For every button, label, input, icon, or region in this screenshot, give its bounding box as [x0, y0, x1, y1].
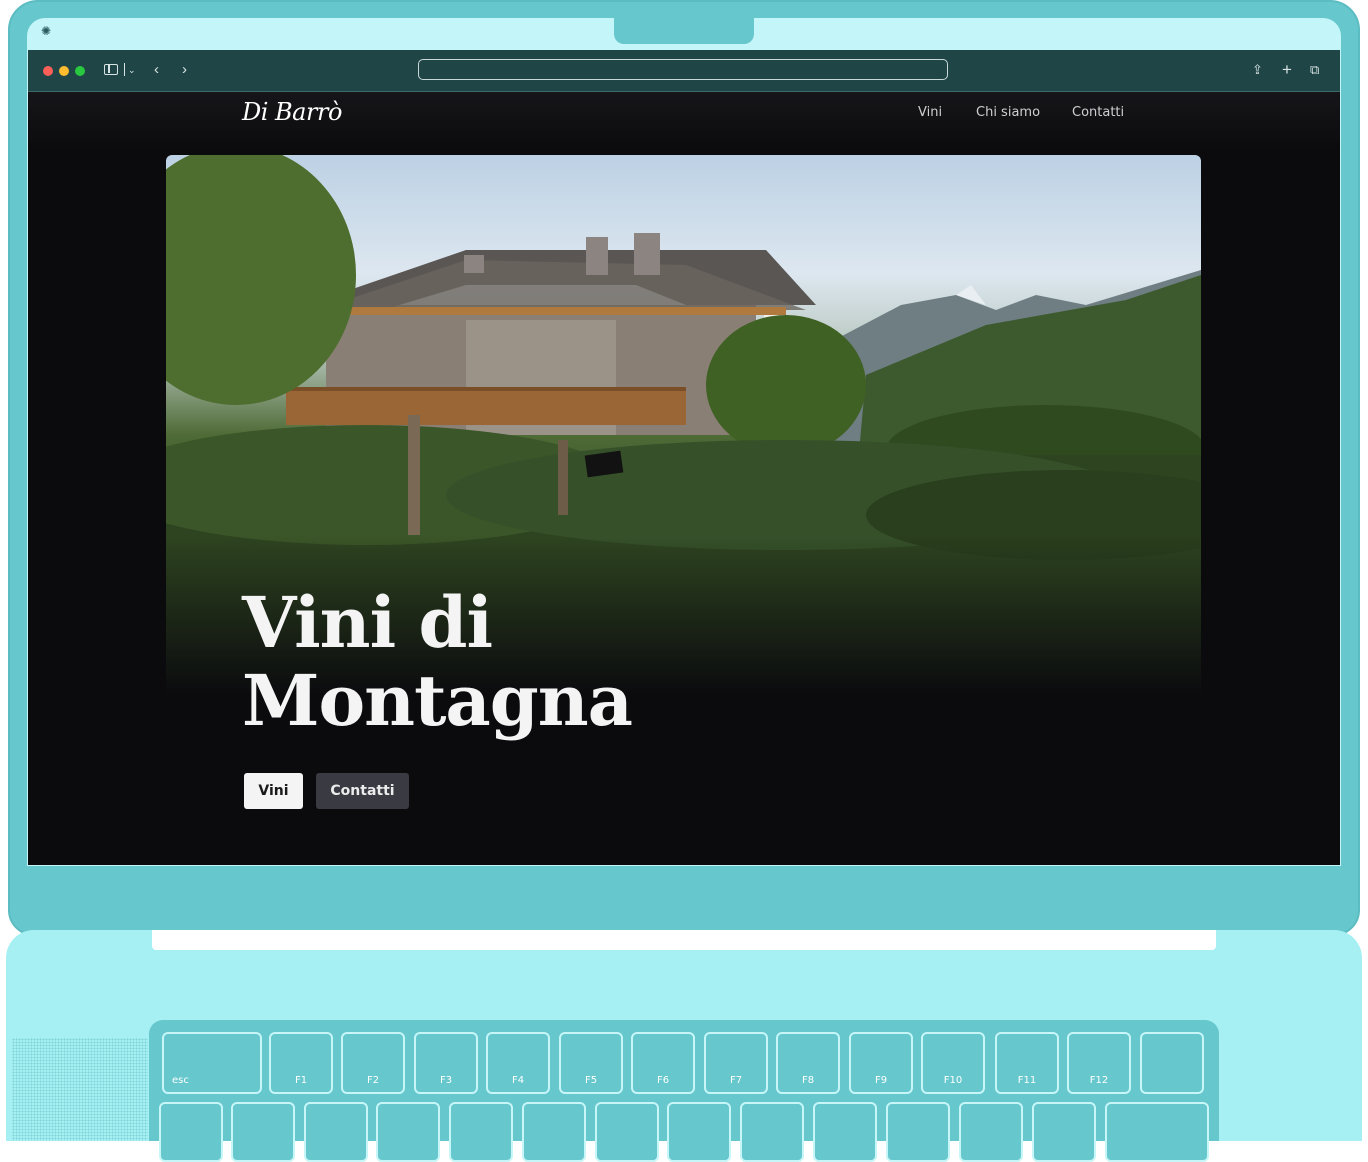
- brand-logo[interactable]: Di Barrò: [242, 98, 342, 126]
- contatti-button[interactable]: Contatti: [316, 773, 409, 809]
- key-row2[interactable]: [376, 1102, 440, 1162]
- speaker-grille: [12, 1038, 148, 1141]
- key-row2[interactable]: [304, 1102, 368, 1162]
- back-arrow-icon[interactable]: ‹: [154, 60, 159, 80]
- nav-link-contatti[interactable]: Contatti: [1072, 105, 1124, 120]
- key-row2[interactable]: [231, 1102, 295, 1162]
- forward-arrow-icon[interactable]: ›: [182, 60, 187, 80]
- key-f10[interactable]: F10: [921, 1032, 985, 1094]
- key-f6[interactable]: F6: [631, 1032, 695, 1094]
- key-label: F3: [439, 1075, 453, 1086]
- key-esc[interactable]: esc: [162, 1032, 262, 1094]
- key-row2[interactable]: [740, 1102, 804, 1162]
- address-bar[interactable]: [418, 59, 948, 80]
- keyboard: esc F1 F2 F3 F4 F5 F6 F7 F8 F9 F10 F11 F12: [149, 1020, 1219, 1162]
- browser-window: ⌄ ‹ › ⇪ + ⧉ Di Barrò Vini Chi siamo Cont…: [28, 50, 1340, 865]
- new-tab-icon[interactable]: +: [1282, 60, 1292, 80]
- key-label: F6: [656, 1075, 670, 1086]
- key-row2[interactable]: [1032, 1102, 1096, 1162]
- key-label: F9: [874, 1075, 888, 1086]
- hero-title: Vini di Montagna: [242, 581, 633, 742]
- key-label: F11: [1017, 1075, 1037, 1086]
- hinge: [152, 930, 1216, 950]
- website: Di Barrò Vini Chi siamo Contatti Vini di…: [28, 92, 1340, 865]
- minimize-window-button[interactable]: [59, 66, 69, 76]
- browser-toolbar: ⌄ ‹ › ⇪ + ⧉: [28, 50, 1340, 92]
- key-row2[interactable]: [813, 1102, 877, 1162]
- close-window-button[interactable]: [43, 66, 53, 76]
- key-label: F12: [1089, 1075, 1109, 1086]
- key-label: F10: [943, 1075, 963, 1086]
- key-label: esc: [172, 1075, 189, 1086]
- key-row2[interactable]: [449, 1102, 513, 1162]
- laptop-base: esc F1 F2 F3 F4 F5 F6 F7 F8 F9 F10 F11 F12: [6, 930, 1362, 1162]
- zoom-window-button[interactable]: [75, 66, 85, 76]
- key-label: F1: [294, 1075, 308, 1086]
- share-icon[interactable]: ⇪: [1252, 60, 1263, 80]
- key-row2[interactable]: [159, 1102, 223, 1162]
- key-row2[interactable]: [1105, 1102, 1209, 1162]
- key-f5[interactable]: F5: [559, 1032, 623, 1094]
- key-f12[interactable]: F12: [1067, 1032, 1131, 1094]
- hero-title-line2: Montagna: [242, 659, 633, 742]
- key-f9[interactable]: F9: [849, 1032, 913, 1094]
- key-f3[interactable]: F3: [414, 1032, 478, 1094]
- chevron-down-icon[interactable]: ⌄: [128, 60, 136, 80]
- site-header: Di Barrò Vini Chi siamo Contatti: [28, 92, 1340, 152]
- key-row2[interactable]: [595, 1102, 659, 1162]
- key-row2[interactable]: [886, 1102, 950, 1162]
- key-power[interactable]: [1140, 1032, 1204, 1094]
- app-logo-icon: ✺: [41, 24, 52, 38]
- key-f4[interactable]: F4: [486, 1032, 550, 1094]
- key-row2[interactable]: [959, 1102, 1023, 1162]
- key-label: F4: [511, 1075, 525, 1086]
- key-f11[interactable]: F11: [995, 1032, 1059, 1094]
- sidebar-toggle-icon[interactable]: [104, 64, 118, 75]
- key-label: F7: [729, 1075, 743, 1086]
- key-label: F5: [584, 1075, 598, 1086]
- key-f2[interactable]: F2: [341, 1032, 405, 1094]
- nav-link-chi-siamo[interactable]: Chi siamo: [976, 105, 1040, 120]
- toolbar-divider: [124, 63, 125, 76]
- key-f7[interactable]: F7: [704, 1032, 768, 1094]
- hero-title-line1: Vini di: [242, 581, 493, 664]
- key-label: F8: [801, 1075, 815, 1086]
- key-row2[interactable]: [667, 1102, 731, 1162]
- camera-notch: [614, 18, 754, 44]
- key-row2[interactable]: [522, 1102, 586, 1162]
- nav-link-vini[interactable]: Vini: [918, 105, 942, 120]
- tab-overview-icon[interactable]: ⧉: [1310, 60, 1319, 80]
- key-f8[interactable]: F8: [776, 1032, 840, 1094]
- vini-button[interactable]: Vini: [244, 773, 303, 809]
- key-f1[interactable]: F1: [269, 1032, 333, 1094]
- key-label: F2: [366, 1075, 380, 1086]
